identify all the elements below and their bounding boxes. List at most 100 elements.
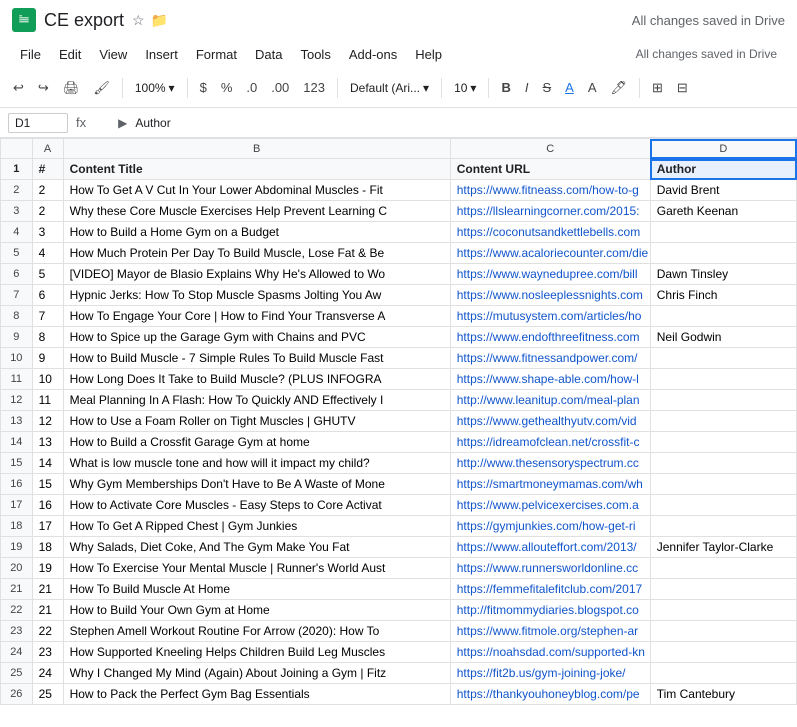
font-size-select[interactable]: 10 ▾ (449, 78, 481, 98)
cell-b[interactable]: How to Use a Foam Roller on Tight Muscle… (63, 411, 450, 432)
cell-a[interactable]: 15 (32, 474, 63, 495)
cell-d[interactable] (650, 558, 796, 579)
decimal-more-button[interactable]: .00 (266, 77, 294, 98)
menu-file[interactable]: File (12, 43, 49, 66)
menu-tools[interactable]: Tools (292, 43, 338, 66)
cell-c[interactable]: https://www.acaloriecounter.com/die (450, 243, 650, 264)
cell-c[interactable]: https://www.fitmole.org/stephen-ar (450, 621, 650, 642)
cell-c[interactable]: https://llslearningcorner.com/2015: (450, 201, 650, 222)
spreadsheet[interactable]: A B C D 1 # Content Title Content URL Au… (0, 138, 797, 727)
percent-button[interactable]: % (216, 77, 238, 98)
cell-a[interactable]: 3 (32, 222, 63, 243)
cell-c[interactable]: https://www.nosleeplessnights.com (450, 285, 650, 306)
more-formats-button[interactable]: 123 (298, 77, 330, 98)
col-header-b[interactable]: B (63, 139, 450, 159)
cell-d[interactable]: Gareth Keenan (650, 201, 796, 222)
cell-b[interactable]: How To Get A V Cut In Your Lower Abdomin… (63, 180, 450, 201)
cell-b[interactable]: [VIDEO] Mayor de Blasio Explains Why He'… (63, 264, 450, 285)
merge-button[interactable]: ⊟ (672, 77, 693, 99)
cell-b[interactable]: How To Exercise Your Mental Muscle | Run… (63, 558, 450, 579)
cell-c1[interactable]: Content URL (450, 159, 650, 180)
cell-b[interactable]: How Long Does It Take to Build Muscle? (… (63, 369, 450, 390)
cell-c[interactable]: https://smartmoneymamas.com/wh (450, 474, 650, 495)
cell-d[interactable]: Neil Godwin (650, 327, 796, 348)
cell-a[interactable]: 4 (32, 243, 63, 264)
paint-format-button[interactable]: 🖌 (88, 77, 115, 99)
cell-b[interactable]: How to Spice up the Garage Gym with Chai… (63, 327, 450, 348)
cell-a[interactable]: 18 (32, 537, 63, 558)
col-header-a[interactable]: A (32, 139, 63, 159)
cell-a[interactable]: 10 (32, 369, 63, 390)
bold-button[interactable]: B (496, 77, 515, 98)
cell-d[interactable] (650, 642, 796, 663)
cell-a[interactable]: 7 (32, 306, 63, 327)
cell-a[interactable]: 6 (32, 285, 63, 306)
cell-d[interactable] (650, 474, 796, 495)
cell-c[interactable]: https://coconutsandkettlebells.com (450, 222, 650, 243)
cell-d[interactable] (650, 369, 796, 390)
cell-d[interactable] (650, 516, 796, 537)
cell-b[interactable]: Hypnic Jerks: How To Stop Muscle Spasms … (63, 285, 450, 306)
cell-a[interactable]: 16 (32, 495, 63, 516)
cell-c[interactable]: https://www.runnersworldonline.cc (450, 558, 650, 579)
cell-a[interactable]: 25 (32, 684, 63, 705)
cell-a[interactable]: 19 (32, 558, 63, 579)
cell-b[interactable]: How Supported Kneeling Helps Children Bu… (63, 642, 450, 663)
cell-b[interactable]: How To Build Muscle At Home (63, 579, 450, 600)
cell-b[interactable]: Why I Changed My Mind (Again) About Join… (63, 663, 450, 684)
star-icon[interactable]: ☆ (132, 12, 145, 29)
cell-a[interactable]: 11 (32, 390, 63, 411)
cell-d[interactable]: Dawn Tinsley (650, 264, 796, 285)
menu-edit[interactable]: Edit (51, 43, 89, 66)
cell-b[interactable]: Why these Core Muscle Exercises Help Pre… (63, 201, 450, 222)
cell-d[interactable]: Jennifer Taylor-Clarke (650, 537, 796, 558)
cell-d[interactable] (650, 495, 796, 516)
cell-a[interactable]: 8 (32, 327, 63, 348)
cell-d[interactable] (650, 600, 796, 621)
menu-insert[interactable]: Insert (137, 43, 186, 66)
cell-a[interactable]: 22 (32, 621, 63, 642)
cell-b[interactable]: Why Salads, Diet Coke, And The Gym Make … (63, 537, 450, 558)
cell-a[interactable]: 12 (32, 411, 63, 432)
cell-c[interactable]: https://www.shape-able.com/how-l (450, 369, 650, 390)
cell-d[interactable]: David Brent (650, 180, 796, 201)
font-select[interactable]: Default (Ari... ▾ (345, 78, 434, 98)
cell-a[interactable]: 9 (32, 348, 63, 369)
cell-d[interactable] (650, 411, 796, 432)
cell-b[interactable]: How Much Protein Per Day To Build Muscle… (63, 243, 450, 264)
folder-icon[interactable]: 📁 (151, 12, 168, 29)
cell-c[interactable]: https://www.allouteffort.com/2013/ (450, 537, 650, 558)
strikethrough-button[interactable]: S (537, 77, 556, 98)
cell-a[interactable]: 2 (32, 180, 63, 201)
menu-data[interactable]: Data (247, 43, 290, 66)
cell-a1[interactable]: # (32, 159, 63, 180)
cell-c[interactable]: http://fitmommydiaries.blogspot.co (450, 600, 650, 621)
cell-d[interactable] (650, 621, 796, 642)
cell-c[interactable]: https://www.pelvicexercises.com.a (450, 495, 650, 516)
undo-button[interactable]: ↩ (8, 77, 29, 99)
cell-b[interactable]: How to Build Your Own Gym at Home (63, 600, 450, 621)
cell-c[interactable]: https://www.fitneass.com/how-to-g (450, 180, 650, 201)
formula-input[interactable] (135, 116, 789, 130)
cell-d[interactable]: Chris Finch (650, 285, 796, 306)
italic-button[interactable]: I (520, 77, 534, 98)
cell-b[interactable]: How To Engage Your Core | How to Find Yo… (63, 306, 450, 327)
cell-b[interactable]: How to Activate Core Muscles - Easy Step… (63, 495, 450, 516)
cell-c[interactable]: https://mutusystem.com/articles/ho (450, 306, 650, 327)
highlight-color-button[interactable]: 🖊 (605, 77, 632, 99)
cell-d[interactable] (650, 579, 796, 600)
cell-b[interactable]: How to Pack the Perfect Gym Bag Essentia… (63, 684, 450, 705)
cell-d1[interactable]: Author (650, 159, 796, 180)
cell-b[interactable]: Meal Planning In A Flash: How To Quickly… (63, 390, 450, 411)
cell-b[interactable]: How to Build a Home Gym on a Budget (63, 222, 450, 243)
cell-c[interactable]: https://www.fitnessandpower.com/ (450, 348, 650, 369)
cell-b[interactable]: Stephen Amell Workout Routine For Arrow … (63, 621, 450, 642)
cell-d[interactable] (650, 453, 796, 474)
menu-addons[interactable]: Add-ons (341, 43, 405, 66)
cell-d[interactable] (650, 243, 796, 264)
cell-c[interactable]: https://thankyouhoneyblog.com/pe (450, 684, 650, 705)
print-button[interactable]: 🖨 (58, 77, 85, 99)
menu-format[interactable]: Format (188, 43, 245, 66)
cell-c[interactable]: https://gymjunkies.com/how-get-ri (450, 516, 650, 537)
cell-c[interactable]: https://noahsdad.com/supported-kn (450, 642, 650, 663)
